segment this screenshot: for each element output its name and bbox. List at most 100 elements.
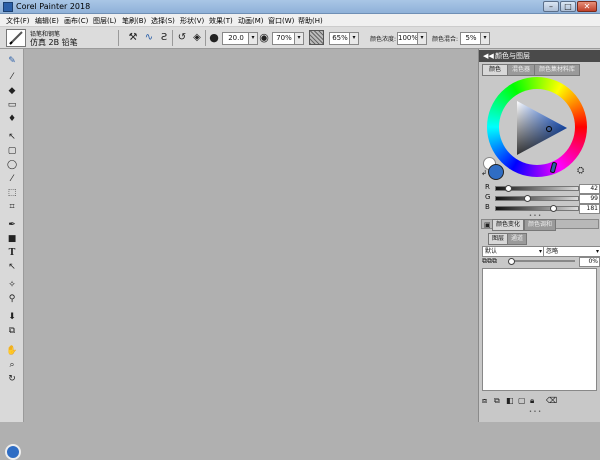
green-value[interactable]: 99 (579, 194, 600, 204)
main-color-chip[interactable] (488, 164, 504, 180)
tab-color[interactable]: 颜色 (482, 64, 508, 76)
swap-colors-icon[interactable]: ↲ (481, 169, 487, 177)
mirror-painting-icon[interactable]: ⧉ (5, 325, 19, 338)
color-variability-header[interactable]: ▣ 颜色变化 颜色调和 (481, 219, 599, 231)
minimize-button[interactable]: – (543, 1, 559, 12)
close-button[interactable]: ✕ (577, 1, 597, 12)
green-slider-handle[interactable] (523, 195, 531, 202)
layer-opacity-handle[interactable] (508, 258, 515, 265)
menu-layers[interactable]: 图层(L) (93, 16, 116, 26)
red-value[interactable]: 42 (579, 184, 600, 194)
tab-color-harmonies[interactable]: 颜色调和 (524, 219, 556, 231)
saturation-value-triangle[interactable] (505, 95, 571, 161)
dropper-tool-icon[interactable]: ⁄ (5, 71, 19, 84)
dodge-tool-icon[interactable]: ⬇ (5, 311, 19, 324)
blend-method-dropdown[interactable]: 默认 ▾ (482, 246, 544, 257)
resaturation-label: 颜色浓度: (370, 36, 397, 43)
composite-method-dropdown[interactable]: 忽略 ▾ (543, 246, 600, 257)
reset-tool-icon[interactable]: ↺ (175, 31, 189, 45)
size-icon: ● (209, 31, 219, 44)
opacity-field[interactable]: 70% (272, 32, 296, 45)
opacity-dropdown[interactable]: ▾ (294, 32, 304, 45)
lock-icon[interactable]: 🔒︎ (530, 396, 534, 406)
cloner-tool-icon[interactable]: ✧ (5, 279, 19, 292)
right-panel: ◀◀ 颜色与图层 颜色 混色器 颜色集材料库 ↲ ⛭ R 42 G 99 B 1… (478, 49, 600, 422)
layers-list[interactable] (482, 268, 597, 391)
trash-icon[interactable]: ⌫ (546, 396, 557, 405)
rectangular-selection-icon[interactable]: ▢ (5, 145, 19, 158)
blue-value[interactable]: 181 (579, 204, 600, 214)
grain-field[interactable]: 65% (329, 32, 351, 45)
grain-dropdown[interactable]: ▾ (349, 32, 359, 45)
new-layer-icon[interactable]: ⧈ (482, 396, 487, 406)
chevron-down-icon: ▾ (538, 248, 542, 255)
crop-tool-icon[interactable]: ⌗ (5, 201, 19, 214)
resaturation-field[interactable]: 100% (397, 32, 419, 45)
menu-window[interactable]: 窗口(W) (268, 16, 294, 26)
expand-icon[interactable]: ▣ (484, 221, 491, 229)
paint-bucket-icon[interactable]: ◆ (5, 85, 19, 98)
color-layers-panel-header[interactable]: ◀◀ 颜色与图层 (479, 50, 600, 62)
pen-tool-icon[interactable]: ✒ (5, 219, 19, 232)
canvas-area[interactable] (24, 49, 478, 422)
tab-mixer[interactable]: 混色器 (507, 64, 535, 76)
magic-wand-icon[interactable]: ⁄ (5, 173, 19, 186)
brush-selector-button[interactable] (6, 29, 26, 47)
menu-file[interactable]: 文件(F) (6, 16, 30, 26)
menu-effects[interactable]: 效果(T) (209, 16, 233, 26)
layer-group-icon[interactable]: ◧ (506, 396, 514, 405)
maximize-button[interactable]: □ (560, 1, 576, 12)
magnifier-icon[interactable]: ⌕ (5, 359, 19, 372)
size-field[interactable]: 20.0 (222, 32, 250, 45)
bleed-field[interactable]: 5% (460, 32, 482, 45)
pencil-icon (9, 31, 23, 45)
chevron-down-icon: ▾ (595, 248, 599, 255)
layer-opacity-value[interactable]: 0% (579, 257, 600, 267)
mask-icon[interactable]: ▢ (518, 396, 526, 405)
red-label: R (485, 183, 490, 191)
blend-method-value: 默认 (485, 248, 498, 255)
collapse-icon[interactable]: ◀◀ (483, 50, 494, 62)
freehand-stroke-icon[interactable]: ∿ (142, 31, 156, 45)
color-sampler-icon[interactable]: ⛭ (577, 166, 584, 176)
transform-tool-icon[interactable]: ⬚ (5, 187, 19, 200)
brush-ghost-icon[interactable]: ◈ (190, 31, 204, 45)
menu-select[interactable]: 选择(S) (151, 16, 175, 26)
menu-brushes[interactable]: 笔刷(B) (122, 16, 146, 26)
brush-variant-label[interactable]: 仿真 2B 铅笔 (30, 37, 78, 48)
resaturation-dropdown[interactable]: ▾ (417, 32, 427, 45)
rectangle-shape-icon[interactable]: ■ (5, 233, 19, 246)
lasso-tool-icon[interactable]: ◯ (5, 159, 19, 172)
brush-tool-icon[interactable]: ✎ (5, 55, 19, 68)
menu-shapes[interactable]: 形状(V) (180, 16, 204, 26)
text-tool-icon[interactable]: T (5, 247, 19, 260)
bleed-dropdown[interactable]: ▾ (480, 32, 490, 45)
tab-layers[interactable]: 图层 (488, 233, 508, 245)
layer-opacity-track[interactable] (511, 260, 575, 262)
blue-slider-track[interactable] (495, 206, 579, 211)
straight-line-stroke-icon[interactable]: Ƨ (157, 31, 171, 45)
layer-lock-icon[interactable]: ⧉⧉⧉ (482, 257, 497, 266)
tab-color-sets[interactable]: 颜色集材料库 (534, 64, 580, 76)
tab-channels[interactable]: 通道 (507, 233, 527, 245)
rubber-stamp-icon[interactable]: ⚲ (5, 293, 19, 306)
eraser-tool-icon[interactable]: ▭ (5, 99, 19, 112)
panel-resize-grip[interactable]: • • • (529, 409, 541, 415)
green-slider-track[interactable] (495, 196, 579, 201)
title-bar: Corel Painter 2018 – □ ✕ (0, 0, 600, 14)
blender-tool-icon[interactable]: ♦ (5, 113, 19, 126)
brush-tool-icon[interactable]: ⚒ (126, 31, 140, 45)
paper-texture-icon[interactable] (309, 30, 324, 45)
shape-selection-icon[interactable]: ↖ (5, 261, 19, 274)
menu-movie[interactable]: 动画(M) (238, 16, 264, 26)
layer-adjuster-icon[interactable]: ↖ (5, 131, 19, 144)
grabber-hand-icon[interactable]: ✋ (5, 345, 19, 358)
menu-canvas[interactable]: 画布(C) (64, 16, 88, 26)
main-color-swatch[interactable] (5, 444, 21, 460)
menu-help[interactable]: 帮助(H) (298, 16, 323, 26)
panel-title: 颜色与图层 (495, 52, 530, 60)
menu-edit[interactable]: 编辑(E) (35, 16, 59, 26)
tab-color-variability[interactable]: 颜色变化 (492, 219, 524, 231)
rotate-page-icon[interactable]: ↻ (5, 373, 19, 386)
layer-options-icon[interactable]: ⧉ (494, 396, 500, 406)
